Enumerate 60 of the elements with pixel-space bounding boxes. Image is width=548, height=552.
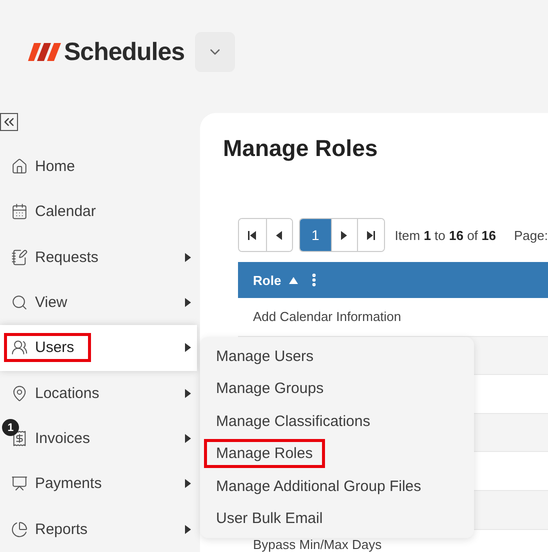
table-cell: Bypass Min/Max Days: [253, 536, 382, 552]
sidebar-link[interactable]: Locations: [4, 373, 108, 414]
sidebar-link[interactable]: 1 Invoices: [4, 418, 100, 459]
submenu-item[interactable]: Manage Users: [204, 342, 326, 371]
sidebar-link[interactable]: Requests: [4, 237, 108, 278]
sidebar-link[interactable]: View: [4, 282, 76, 323]
sidebar-link[interactable]: Reports: [4, 509, 97, 550]
presentation-icon: [11, 475, 28, 492]
sidebar-label: View: [35, 294, 68, 312]
submenu-item[interactable]: Manage Classifications: [204, 406, 382, 436]
next-icon: [340, 230, 348, 240]
pie-chart-icon: [11, 520, 28, 538]
sidebar-label: Reports: [35, 520, 88, 538]
item-count: Item 1 to 16 of 16: [394, 228, 496, 242]
sidebar-label: Home: [35, 158, 76, 176]
notepad-icon: [11, 248, 28, 266]
sidebar-item[interactable]: 1 Invoices: [0, 416, 197, 462]
sidebar-label: Calendar: [35, 203, 96, 220]
map-pin-icon: [11, 384, 28, 402]
sidebar-item[interactable]: Users: [0, 325, 197, 371]
home-icon: [11, 158, 28, 176]
column-header[interactable]: Role: [253, 272, 282, 288]
table-cell: Add Calendar Information: [253, 309, 402, 324]
sidebar-item[interactable]: Home: [0, 144, 197, 190]
last-page-icon: [367, 230, 375, 240]
submenu-item[interactable]: Manage Groups: [204, 374, 336, 404]
sidebar-item[interactable]: View: [0, 280, 197, 326]
sidebar-label: Locations: [35, 384, 100, 402]
submenu-item[interactable]: Manage Roles: [204, 439, 325, 468]
collapse-button[interactable]: [0, 113, 18, 131]
sidebar-label: Payments: [35, 475, 102, 492]
sidebar-link[interactable]: Users: [4, 333, 91, 362]
logo[interactable]: Schedules: [28, 32, 185, 72]
sidebar-item[interactable]: Requests: [0, 234, 197, 280]
submenu-item[interactable]: User Bulk Email: [204, 504, 335, 534]
sidebar-label: Invoices: [35, 430, 90, 448]
logo-mark-icon: [28, 43, 62, 61]
receipt-icon: [11, 430, 28, 448]
users-icon: [11, 339, 28, 356]
previous-icon: [275, 230, 284, 240]
submenu-item[interactable]: Manage Additional Group Files: [204, 472, 434, 501]
sidebar-item[interactable]: Payments: [0, 461, 197, 507]
first-page-icon: [248, 230, 256, 240]
logo-text: Schedules: [64, 38, 185, 66]
page-button[interactable]: 1: [300, 219, 331, 251]
page-label: Page:: [514, 228, 548, 242]
sidebar-label: Users: [35, 339, 74, 356]
calendar-icon: [11, 203, 28, 220]
sidebar-label: Requests: [35, 248, 98, 266]
page-title: Manage Roles: [223, 135, 379, 162]
last-page-button[interactable]: [357, 219, 384, 251]
count-badge: 1: [2, 419, 19, 436]
search-icon: [11, 294, 28, 312]
sidebar-item[interactable]: Reports: [0, 506, 197, 552]
sidebar-link[interactable]: Home: [4, 146, 84, 187]
previous-page-button[interactable]: [266, 219, 292, 251]
sidebar-link[interactable]: Calendar: [4, 192, 105, 232]
sidebar-item[interactable]: Calendar: [0, 189, 197, 235]
sidebar-link[interactable]: Payments: [4, 464, 111, 504]
sidebar-item[interactable]: Locations: [0, 370, 197, 416]
